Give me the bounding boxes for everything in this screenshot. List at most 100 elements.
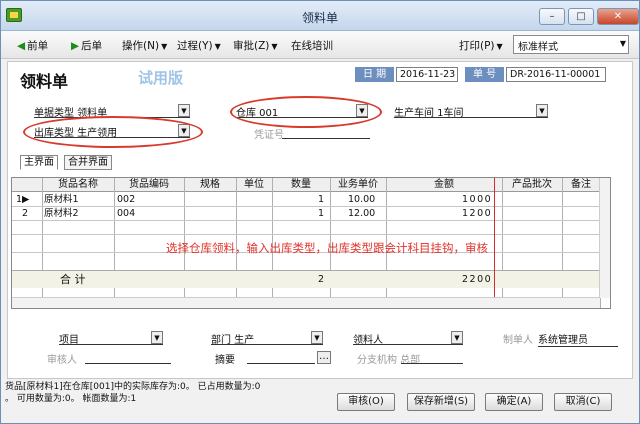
highlight-outtype (23, 116, 203, 148)
picker-select[interactable]: 领料人 ▼ (353, 331, 463, 346)
total-amount: 2200 (462, 274, 493, 285)
row-separator (12, 206, 600, 207)
row-2-qty[interactable]: 1 (318, 207, 324, 220)
col-header-unit: 单位 (236, 178, 272, 192)
vertical-scrollbar[interactable] (599, 178, 610, 298)
prev-button[interactable]: ◀ 前单 (17, 38, 48, 53)
row-1-qty[interactable]: 1 (318, 193, 324, 206)
row-separator (12, 234, 600, 235)
docno-field[interactable]: DR-2016-11-00001 (506, 67, 606, 82)
summary-label: 摘要 (215, 355, 235, 366)
highlight-warehouse (230, 96, 382, 128)
dropdown-icon: ▼ (496, 42, 503, 51)
workshop-value: 生产车间 1车间 (394, 108, 464, 119)
branch-underline (401, 363, 463, 364)
app-window: 领料单 – □ ✕ ◀ 前单 ▶ 后单 操作(N) ▼ 过程(Y) ▼ 审批(Z) ▼ 在… (0, 0, 640, 424)
cancel-button[interactable]: 取消(C) (554, 393, 612, 411)
header-corner (12, 178, 42, 192)
creator-field: 系统管理员 (538, 331, 618, 347)
voucher-label: 凭证号 (254, 130, 284, 141)
dropdown-icon: ▼ (161, 42, 168, 51)
chevron-down-icon: ▼ (536, 104, 548, 117)
col-header-batch: 产品批次 (502, 178, 562, 192)
col-divider (562, 178, 563, 308)
col-header-code: 货品编码 (114, 178, 184, 192)
save-new-button[interactable]: 保存新增(S) (407, 393, 475, 411)
row-1-index: 1▶ (16, 193, 29, 206)
form-title: 领料单 (20, 72, 69, 91)
col-header-price: 业务单价 (330, 178, 386, 192)
row-2-index: 2 (22, 208, 29, 219)
col-divider (114, 178, 115, 308)
status-line-1: 货品[原材料1]在仓库[001]中的实际库存为:0。 已占用数量为:0 (5, 382, 261, 392)
voucher-input[interactable] (282, 138, 370, 139)
col-header-remark: 备注 (562, 178, 600, 192)
status-area: 货品[原材料1]在仓库[001]中的实际库存为:0。 已占用数量为:0 。 可用… (5, 381, 325, 405)
horizontal-scrollbar[interactable] (12, 297, 600, 308)
project-select[interactable]: 项目 ▼ (59, 331, 163, 346)
row-1-amount[interactable]: 1000 (462, 193, 492, 206)
creator-label: 制单人 (503, 335, 533, 346)
tab-main[interactable]: 主界面 (20, 155, 58, 170)
reviewer-field (85, 363, 171, 364)
operate-menu[interactable]: 操作(N) ▼ (122, 38, 167, 53)
row-1-code[interactable]: 002 (117, 193, 135, 206)
close-button[interactable]: ✕ (597, 8, 639, 25)
training-link[interactable]: 在线培训 (291, 38, 333, 53)
col-header-name: 货品名称 (42, 178, 114, 192)
docno-label: 单 号 (465, 67, 505, 82)
row-2-name[interactable]: 原材料2 (44, 207, 79, 220)
annotation-text: 选择仓库领料，输入出库类型，出库类型跟会计科目挂钩，审核 (166, 241, 488, 255)
reviewer-label: 审核人 (47, 355, 77, 366)
row-pointer-icon: ▶ (22, 194, 30, 205)
status-line-2: 。 可用数量为:0。 帐面数量为:1 (5, 394, 137, 404)
row-separator (12, 220, 600, 221)
arrow-left-icon: ◀ (17, 40, 26, 52)
style-value: 标准样式 (518, 42, 558, 53)
toolbar: ◀ 前单 ▶ 后单 操作(N) ▼ 过程(Y) ▼ 审批(Z) ▼ 在线培训 打印(P) ▼… (1, 31, 639, 59)
project-label: 项目 (59, 335, 79, 346)
date-field[interactable]: 2016-11-23 (396, 67, 458, 82)
col-divider (42, 178, 43, 308)
minimize-button[interactable]: – (539, 8, 565, 25)
style-select[interactable]: 标准样式 ▼ (513, 35, 629, 54)
prev-label: 前单 (27, 40, 49, 52)
ok-button[interactable]: 确定(A) (485, 393, 543, 411)
workshop-select[interactable]: 生产车间 1车间 ▼ (394, 104, 548, 119)
trial-watermark: 试用版 (138, 69, 184, 87)
process-menu[interactable]: 过程(Y) ▼ (177, 38, 221, 53)
date-label: 日 期 (355, 67, 395, 82)
next-button[interactable]: ▶ 后单 (71, 38, 102, 53)
dropdown-icon: ▼ (214, 42, 221, 51)
dropdown-icon: ▼ (271, 42, 278, 51)
approve-label: 审批(Z) (233, 40, 270, 52)
total-row: 合 计 2 2200 (12, 270, 600, 288)
chevron-down-icon: ▼ (451, 331, 463, 344)
summary-input[interactable] (247, 363, 315, 364)
row-2-amount[interactable]: 1200 (462, 207, 492, 220)
approve-menu[interactable]: 审批(Z) ▼ (233, 38, 278, 53)
row-2-code[interactable]: 004 (117, 207, 135, 220)
maximize-button[interactable]: □ (568, 8, 594, 25)
dept-value: 部门 生产 (211, 335, 255, 346)
next-label: 后单 (81, 40, 103, 52)
title-bar: 领料单 – □ ✕ (1, 1, 639, 31)
total-label: 合 计 (60, 273, 86, 286)
total-qty: 2 (318, 274, 325, 285)
row-2-price[interactable]: 12.00 (348, 207, 375, 220)
tab-merge[interactable]: 合并界面 (64, 155, 112, 170)
chevron-down-icon: ▼ (311, 331, 323, 344)
summary-browse-button[interactable]: … (317, 351, 331, 364)
print-menu[interactable]: 打印(P) ▼ (459, 38, 503, 53)
audit-button[interactable]: 审核(O) (337, 393, 395, 411)
row-1-price[interactable]: 10.00 (348, 193, 375, 206)
amount-decimal-line (494, 178, 495, 305)
col-header-amount: 金额 (386, 178, 502, 192)
row-1-name[interactable]: 原材料1 (44, 193, 79, 206)
process-label: 过程(Y) (177, 40, 213, 52)
dept-select[interactable]: 部门 生产 ▼ (211, 331, 323, 346)
col-divider (502, 178, 503, 308)
picker-label: 领料人 (353, 335, 383, 346)
print-label: 打印(P) (459, 40, 495, 52)
chevron-down-icon: ▼ (619, 39, 626, 48)
